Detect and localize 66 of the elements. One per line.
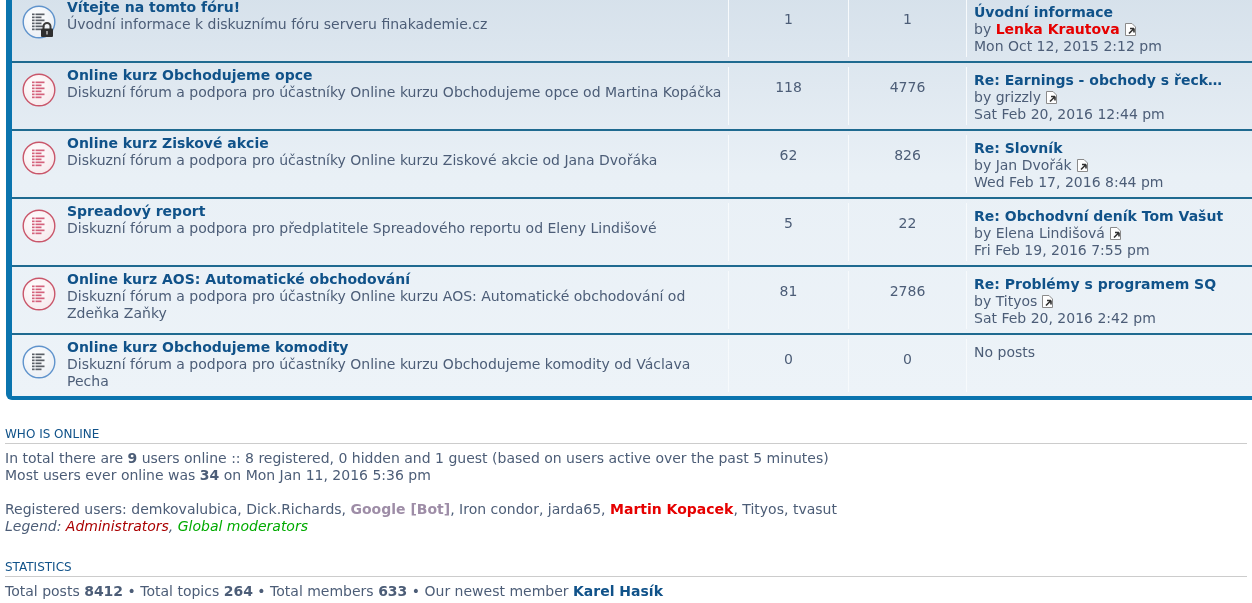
- page-arrow-icon[interactable]: [1124, 23, 1136, 36]
- forum-description: Úvodní informace k diskuznímu fóru serveru finakademie.cz: [67, 16, 488, 33]
- username-link[interactable]: Dick.Richards: [246, 501, 342, 517]
- topics-count: 0: [784, 351, 793, 368]
- post-date: Fri Feb 19, 2016 7:55 pm: [974, 242, 1151, 259]
- last-post-link[interactable]: Re: Earnings - obchody s řeck…: [974, 72, 1223, 88]
- post-author-text: by grizzly: [974, 89, 1042, 106]
- post-author-text: by Tityos: [974, 293, 1038, 310]
- topics-count: 5: [784, 215, 793, 232]
- username-link[interactable]: demkovalubica: [131, 501, 238, 517]
- page-arrow-icon[interactable]: [1046, 91, 1058, 104]
- topics-count: 62: [779, 147, 798, 164]
- username-link[interactable]: jarda65: [547, 501, 602, 517]
- posts-count: 1: [903, 11, 912, 28]
- newest-member-link[interactable]: Karel Hasík: [573, 583, 663, 599]
- topics-count: 118: [775, 79, 802, 96]
- posts-count: 4776: [889, 79, 926, 96]
- registered-users-text: Registered users: demkovalubica, Dick.Richards, Google [Bot], Iron condor, jarda65, Martin Kopacek, Tityos, tvasut: [5, 501, 838, 518]
- last-post-link[interactable]: Úvodní informace: [974, 4, 1113, 20]
- author-link[interactable]: Tityos: [995, 293, 1038, 309]
- section-heading: WHO IS ONLINE: [5, 427, 100, 441]
- author-link[interactable]: grizzly: [995, 89, 1042, 105]
- posts-count: 2786: [889, 283, 926, 300]
- section-heading: STATISTICS: [5, 560, 72, 574]
- forum-title-link[interactable]: Spreadový report: [67, 203, 206, 220]
- post-date: Mon Oct 12, 2015 2:12 pm: [974, 38, 1163, 55]
- posts-count: 22: [898, 215, 917, 232]
- no-posts-text: No posts: [974, 344, 1036, 360]
- topics-count: 1: [784, 11, 793, 28]
- username-link[interactable]: Martin Kopacek: [610, 501, 734, 517]
- forum-description: Diskuzní fórum a podpora pro účastníky Online kurzu Obchodujeme opce od Martina Kopáčka: [67, 84, 722, 101]
- forum-title-link[interactable]: Online kurz AOS: Automatické obchodování: [67, 271, 411, 288]
- posts-count: 0: [903, 351, 912, 368]
- last-post-link[interactable]: Re: Slovník: [974, 140, 1063, 156]
- posts-count: 826: [894, 147, 921, 164]
- forum-description: Diskuzní fórum a podpora pro účastníky Online kurzu Obchodujeme komodity od Václava Pecha: [67, 356, 692, 390]
- post-author-text: by Lenka Krautova: [974, 21, 1120, 38]
- last-post-link[interactable]: Re: Obchodvní deník Tom Vašut: [974, 208, 1224, 224]
- post-date: Sat Feb 20, 2016 2:42 pm: [974, 310, 1157, 327]
- author-link[interactable]: Lenka Krautova: [995, 21, 1120, 37]
- post-date: Wed Feb 17, 2016 8:44 pm: [974, 174, 1165, 191]
- forum-description: Diskuzní fórum a podpora pro předplatitele Spreadového reportu od Eleny Lindišové: [67, 220, 657, 237]
- statistics-text: Total posts 8412 • Total topics 264 • Total members 633 • Our newest member Karel Hasík: [5, 583, 664, 600]
- forum-title-link[interactable]: Online kurz Obchodujeme komodity: [67, 339, 349, 356]
- username-link[interactable]: tvasut: [792, 501, 837, 517]
- last-post-link[interactable]: Re: Problémy s programem SQ: [974, 276, 1217, 292]
- post-date: Sat Feb 20, 2016 12:44 pm: [974, 106, 1166, 123]
- author-link[interactable]: Elena Lindišová: [995, 225, 1105, 241]
- online-info-text: Most users ever online was 34 on Mon Jan 11, 2016 5:36 pm: [5, 467, 432, 484]
- page-arrow-icon[interactable]: [1042, 295, 1054, 308]
- author-link[interactable]: Jan Dvořák: [995, 157, 1072, 173]
- forum-description: Diskuzní fórum a podpora pro účastníky Online kurzu AOS: Automatické obchodování od Zdeňka Zaňky: [67, 288, 687, 322]
- legend-text: Legend: Administrators, Global moderators: [5, 518, 309, 535]
- group-link[interactable]: Administrators: [65, 518, 169, 534]
- page-arrow-icon[interactable]: [1109, 227, 1121, 240]
- forum-title-link[interactable]: Vítejte na tomto fóru!: [67, 0, 241, 16]
- topics-count: 81: [779, 283, 798, 300]
- forum-description: Diskuzní fórum a podpora pro účastníky Online kurzu Ziskové akcie od Jana Dvořáka: [67, 152, 658, 169]
- post-author-text: by Elena Lindišová: [974, 225, 1105, 242]
- post-author-text: by Jan Dvořák: [974, 157, 1072, 174]
- page-arrow-icon[interactable]: [1076, 159, 1088, 172]
- online-info-text: In total there are 9 users online :: 8 registered, 0 hidden and 1 guest (based on users active over the past 5 minutes): [5, 450, 830, 467]
- forum-title-link[interactable]: Online kurz Ziskové akcie: [67, 135, 269, 152]
- username-link[interactable]: Iron condor: [459, 501, 539, 517]
- username-link[interactable]: Tityos: [742, 501, 784, 517]
- forum-title-link[interactable]: Online kurz Obchodujeme opce: [67, 67, 313, 84]
